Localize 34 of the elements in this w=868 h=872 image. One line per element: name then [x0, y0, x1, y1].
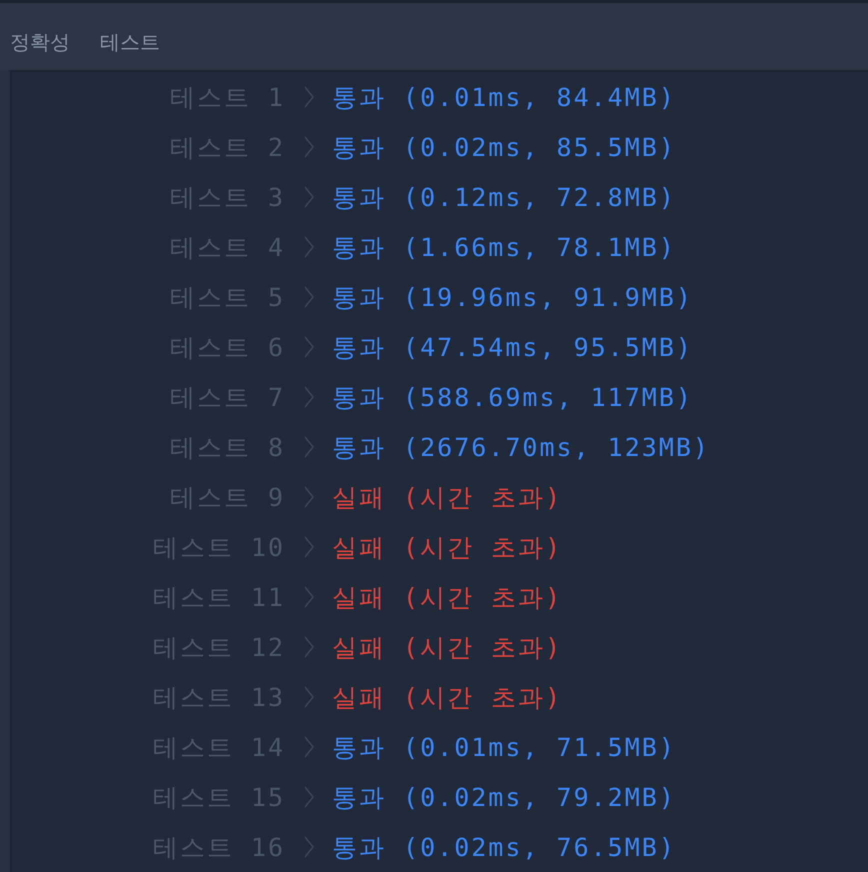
- test-result: 실패 (시간 초과): [332, 682, 562, 714]
- chevron-icon: [304, 86, 314, 108]
- test-result: 통과 (588.69ms, 117MB): [332, 382, 693, 414]
- test-result: 통과 (0.02ms, 85.5MB): [332, 132, 676, 164]
- tab[interactable]: 정확성: [10, 17, 70, 56]
- chevron-icon: [304, 486, 314, 508]
- chevron-icon: [304, 786, 314, 808]
- test-result: 통과 (2676.70ms, 123MB): [332, 432, 710, 464]
- test-result: 통과 (0.01ms, 84.4MB): [332, 82, 676, 114]
- chevron-icon: [304, 836, 314, 858]
- chevron-icon: [304, 336, 314, 358]
- chevron-icon: [304, 186, 314, 208]
- chevron-icon: [304, 236, 314, 258]
- test-result: 실패 (시간 초과): [332, 532, 562, 564]
- chevron-icon: [304, 686, 314, 708]
- test-result: 통과 (19.96ms, 91.9MB): [332, 282, 693, 314]
- chevron-icon: [304, 586, 314, 608]
- tab[interactable]: 테스트: [100, 17, 160, 56]
- chevron-icon: [304, 736, 314, 758]
- chevron-icon: [304, 636, 314, 658]
- test-result: 실패 (시간 초과): [332, 632, 562, 664]
- chevron-icon: [304, 436, 314, 458]
- test-result: 통과 (1.66ms, 78.1MB): [332, 232, 676, 264]
- test-result: 통과 (0.12ms, 72.8MB): [332, 182, 676, 214]
- chevron-icon: [304, 286, 314, 308]
- test-result: 통과 (0.02ms, 79.2MB): [332, 782, 676, 814]
- chevron-icon: [304, 136, 314, 158]
- test-result: 통과 (0.01ms, 71.5MB): [332, 732, 676, 764]
- test-result: 통과 (47.54ms, 95.5MB): [332, 332, 693, 364]
- chevron-icon: [304, 386, 314, 408]
- chevron-icon: [304, 536, 314, 558]
- test-result: 실패 (시간 초과): [332, 582, 562, 614]
- test-result: 통과 (0.02ms, 76.5MB): [332, 832, 676, 864]
- test-result: 실패 (시간 초과): [332, 482, 562, 514]
